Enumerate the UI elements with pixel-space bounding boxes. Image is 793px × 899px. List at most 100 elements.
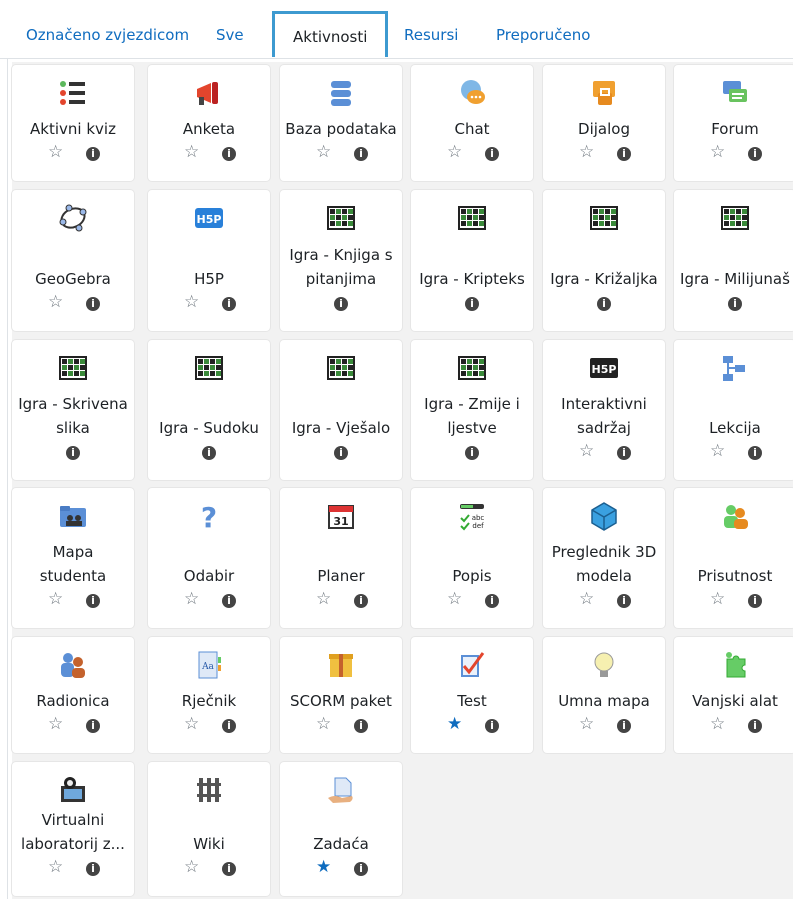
info-icon[interactable]: i — [465, 297, 479, 311]
info-icon[interactable]: i — [86, 147, 100, 161]
activity-card[interactable]: Igra - Zmije i ljestve i — [411, 340, 533, 480]
star-outline-icon[interactable]: ☆ — [710, 144, 725, 161]
star-outline-icon[interactable]: ☆ — [316, 716, 331, 733]
info-icon[interactable]: i — [334, 446, 348, 460]
star-outline-icon[interactable]: ☆ — [579, 591, 594, 608]
activity-card[interactable]: Chat ☆ i — [411, 65, 533, 181]
info-icon[interactable]: i — [748, 594, 762, 608]
star-outline-icon[interactable]: ☆ — [316, 144, 331, 161]
star-outline-icon[interactable]: ☆ — [447, 144, 462, 161]
activity-card[interactable]: Aktivni kviz ☆ i — [12, 65, 134, 181]
info-icon[interactable]: i — [748, 446, 762, 460]
star-outline-icon[interactable]: ☆ — [579, 144, 594, 161]
activity-card[interactable]: Igra - Sudoku i — [148, 340, 270, 480]
info-icon[interactable]: i — [485, 719, 499, 733]
activity-card[interactable]: Igra - Križaljka i — [543, 190, 665, 331]
star-filled-icon[interactable]: ★ — [316, 859, 331, 876]
info-icon[interactable]: i — [222, 297, 236, 311]
star-outline-icon[interactable]: ☆ — [710, 591, 725, 608]
activity-card[interactable]: Radionica ☆ i — [12, 637, 134, 753]
folder-users-icon — [60, 506, 86, 527]
activity-card[interactable]: Umna mapa ☆ i — [543, 637, 665, 753]
svg-text:def: def — [472, 522, 484, 530]
info-icon[interactable]: i — [728, 297, 742, 311]
info-icon[interactable]: i — [222, 719, 236, 733]
info-icon[interactable]: i — [354, 594, 368, 608]
activity-card[interactable]: Dijalog ☆ i — [543, 65, 665, 181]
activity-card[interactable]: abc def Popis ☆ i — [411, 488, 533, 628]
activity-card[interactable]: Igra - Skrivena slika i — [12, 340, 134, 480]
star-outline-icon[interactable]: ☆ — [48, 859, 63, 876]
database-icon — [331, 81, 351, 106]
star-outline-icon[interactable]: ☆ — [48, 716, 63, 733]
star-outline-icon[interactable]: ☆ — [184, 716, 199, 733]
star-outline-icon[interactable]: ☆ — [710, 716, 725, 733]
info-icon[interactable]: i — [597, 297, 611, 311]
star-outline-icon[interactable]: ☆ — [48, 294, 63, 311]
activity-card[interactable]: 31 Planer ☆ i — [280, 488, 402, 628]
info-icon[interactable]: i — [617, 594, 631, 608]
star-outline-icon[interactable]: ☆ — [710, 443, 725, 460]
activity-card[interactable]: Anketa ☆ i — [148, 65, 270, 181]
activity-card[interactable]: SCORM paket ☆ i — [280, 637, 402, 753]
star-outline-icon[interactable]: ☆ — [184, 144, 199, 161]
info-icon[interactable]: i — [86, 297, 100, 311]
info-icon[interactable]: i — [617, 446, 631, 460]
info-icon[interactable]: i — [222, 594, 236, 608]
star-outline-icon[interactable]: ☆ — [447, 591, 462, 608]
info-icon[interactable]: i — [66, 446, 80, 460]
activity-card[interactable]: Igra - Knjiga s pitanjima i — [280, 190, 402, 331]
star-filled-icon[interactable]: ★ — [447, 716, 462, 733]
activity-card[interactable]: Igra - Vješalo i — [280, 340, 402, 480]
star-outline-icon[interactable]: ☆ — [316, 591, 331, 608]
activity-card[interactable]: Prisutnost ☆ i — [674, 488, 793, 628]
star-outline-icon[interactable]: ☆ — [184, 591, 199, 608]
info-icon[interactable]: i — [485, 147, 499, 161]
activity-card[interactable]: Test ★ i — [411, 637, 533, 753]
star-outline-icon[interactable]: ☆ — [184, 859, 199, 876]
tab-activities[interactable]: Aktivnosti — [272, 11, 389, 57]
info-icon[interactable]: i — [485, 594, 499, 608]
activity-card[interactable]: GeoGebra ☆ i — [12, 190, 134, 331]
info-icon[interactable]: i — [202, 446, 216, 460]
activity-card[interactable]: Zadaća ★ i — [280, 762, 402, 896]
activity-card[interactable]: Baza podataka ☆ i — [280, 65, 402, 181]
info-icon[interactable]: i — [86, 719, 100, 733]
info-icon[interactable]: i — [354, 719, 368, 733]
activity-card[interactable]: Mapa studenta ☆ i — [12, 488, 134, 628]
tab-resources[interactable]: Resursi — [404, 26, 458, 44]
tab-all[interactable]: Sve — [216, 26, 244, 44]
activity-card[interactable]: Vanjski alat ☆ i — [674, 637, 793, 753]
star-outline-icon[interactable]: ☆ — [579, 443, 594, 460]
info-icon[interactable]: i — [617, 719, 631, 733]
activity-card[interactable]: Preglednik 3D modela ☆ i — [543, 488, 665, 628]
tab-recommended[interactable]: Preporučeno — [496, 26, 590, 44]
info-icon[interactable]: i — [222, 147, 236, 161]
star-outline-icon[interactable]: ☆ — [48, 144, 63, 161]
star-outline-icon[interactable]: ☆ — [579, 716, 594, 733]
activity-card[interactable]: Igra - Milijunaš i — [674, 190, 793, 331]
activity-name: Chat — [454, 120, 490, 138]
activity-card[interactable]: Virtualni laboratorij z... ☆ i — [12, 762, 134, 896]
star-outline-icon[interactable]: ☆ — [184, 294, 199, 311]
info-icon[interactable]: i — [354, 862, 368, 876]
activity-card[interactable]: Wiki ☆ i — [148, 762, 270, 896]
activity-card[interactable]: Forum ☆ i — [674, 65, 793, 181]
info-icon[interactable]: i — [748, 719, 762, 733]
star-outline-icon[interactable]: ☆ — [48, 591, 63, 608]
activity-card[interactable]: Igra - Kripteks i — [411, 190, 533, 331]
info-icon[interactable]: i — [617, 147, 631, 161]
tab-starred[interactable]: Označeno zvjezdicom — [26, 26, 189, 44]
info-icon[interactable]: i — [86, 594, 100, 608]
info-icon[interactable]: i — [222, 862, 236, 876]
activity-card[interactable]: ? Odabir ☆ i — [148, 488, 270, 628]
activity-card[interactable]: H5P Interaktivni sadržaj ☆ i — [543, 340, 665, 480]
info-icon[interactable]: i — [334, 297, 348, 311]
info-icon[interactable]: i — [465, 446, 479, 460]
activity-card[interactable]: Lekcija ☆ i — [674, 340, 793, 480]
activity-card[interactable]: Aa Rječnik ☆ i — [148, 637, 270, 753]
info-icon[interactable]: i — [354, 147, 368, 161]
activity-card[interactable]: H5P H5P ☆ i — [148, 190, 270, 331]
info-icon[interactable]: i — [748, 147, 762, 161]
info-icon[interactable]: i — [86, 862, 100, 876]
